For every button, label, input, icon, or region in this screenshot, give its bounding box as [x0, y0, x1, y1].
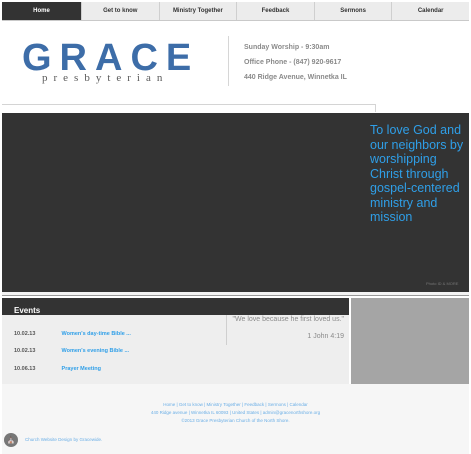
event-link[interactable]: Women's evening Bible ... — [62, 348, 130, 354]
nav-sermons[interactable]: Sermons — [313, 2, 392, 20]
footer-address: 440 Ridge avenue | Winnetka IL 60093 | U… — [150, 410, 321, 415]
nav-calendar[interactable]: Calendar — [391, 2, 469, 20]
events-divider — [226, 315, 227, 345]
header-divider — [228, 36, 229, 86]
event-item[interactable]: 10.02.13 Women's day-time Bible ... — [14, 331, 214, 337]
church-address: 440 Ridge Avenue, Winnetka IL — [244, 74, 347, 81]
event-item[interactable]: 10.02.13 Women's evening Bible ... — [14, 348, 214, 354]
worship-time: Sunday Worship - 9:30am — [244, 44, 330, 51]
mission-statement: To love God and our neighbors by worship… — [370, 123, 464, 224]
office-phone: Office Phone - (847) 920-9617 — [244, 59, 342, 66]
church-logo-icon[interactable]: ⛪ — [4, 433, 18, 447]
side-panel — [351, 298, 469, 384]
event-link[interactable]: Prayer Meeting — [62, 366, 101, 372]
event-link[interactable]: Women's day-time Bible ... — [62, 331, 131, 337]
hero-credit: Photo ID & MORE — [426, 281, 459, 286]
nav-home[interactable]: Home — [2, 2, 81, 20]
scripture-quote: "We love because he first loved us." — [232, 316, 344, 323]
event-date: 10.02.13 — [14, 331, 36, 337]
event-item[interactable]: 10.06.13 Prayer Meeting — [14, 366, 214, 372]
event-date: 10.06.13 — [14, 366, 36, 372]
logo-subtitle: presbyterian — [42, 72, 169, 84]
header-rule — [2, 104, 376, 112]
events-header — [2, 298, 349, 315]
church-logo[interactable]: GRACE presbyterian — [22, 38, 212, 88]
hero-rule — [2, 292, 469, 296]
designer-credit-link[interactable]: Church Website Design by Gracewide. — [25, 437, 102, 442]
nav-get-to-know[interactable]: Get to know — [81, 2, 159, 20]
top-navigation: Home Get to know Ministry Together Feedb… — [2, 2, 469, 21]
event-date: 10.02.13 — [14, 348, 36, 354]
footer-links[interactable]: Home | Get to know | Ministry Together |… — [2, 402, 469, 407]
footer-copyright: ©2013 Grace Presbyterian Church of the N… — [181, 418, 290, 423]
scripture-reference: 1 John 4:19 — [307, 333, 344, 340]
nav-feedback[interactable]: Feedback — [236, 2, 314, 20]
events-title: Events — [14, 306, 41, 315]
nav-ministry-together[interactable]: Ministry Together — [158, 2, 237, 20]
